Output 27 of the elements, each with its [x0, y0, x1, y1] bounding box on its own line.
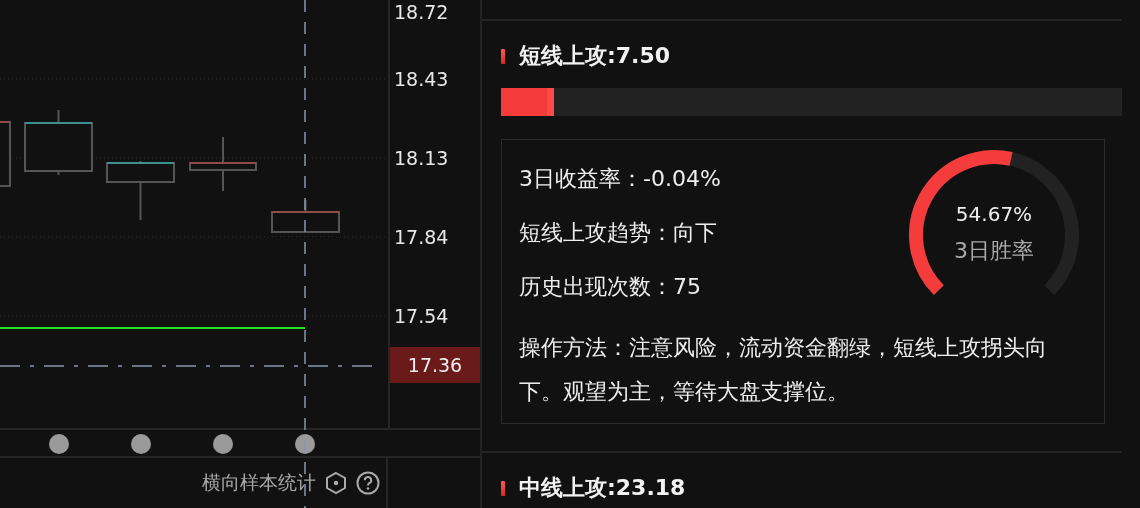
candlestick [189, 136, 257, 192]
title-marker [501, 480, 505, 496]
signal-title: 中线上攻:23.18 [519, 474, 686, 502]
axis-label: 18.43 [394, 67, 449, 91]
marker-dot[interactable] [295, 434, 315, 454]
method-text: 操作方法：注意风险，流动资金翻绿，短线上攻拐头向下。观望为主，等待大盘支撑位。 [519, 334, 1048, 406]
gauge-label: 3日胜率 [953, 237, 1035, 265]
gauge-value: 54.67% [954, 202, 1034, 226]
marker-dot[interactable] [213, 434, 233, 454]
candlestick [24, 109, 93, 176]
axis-label: 18.72 [394, 0, 449, 24]
stat-line: 3日收益率：-0.04% [519, 165, 721, 193]
title-marker [501, 48, 505, 64]
axis-label: 18.13 [394, 146, 449, 170]
help-icon[interactable] [356, 471, 380, 495]
candlestick [271, 199, 340, 233]
hexagon-icon[interactable] [324, 471, 348, 495]
candlestick [106, 160, 175, 221]
sample-stats-label: 横向样本统计 [202, 470, 316, 495]
marker-dot[interactable] [49, 434, 69, 454]
current-price-tag: 17.36 [390, 347, 480, 383]
stat-line: 短线上攻趋势：向下 [519, 219, 718, 247]
marker-dot[interactable] [131, 434, 151, 454]
axis-label: 17.84 [394, 225, 449, 249]
stat-line: 历史出现次数：75 [519, 273, 702, 301]
signal-title: 短线上攻:7.50 [519, 42, 671, 70]
axis-label: 17.54 [394, 304, 449, 328]
